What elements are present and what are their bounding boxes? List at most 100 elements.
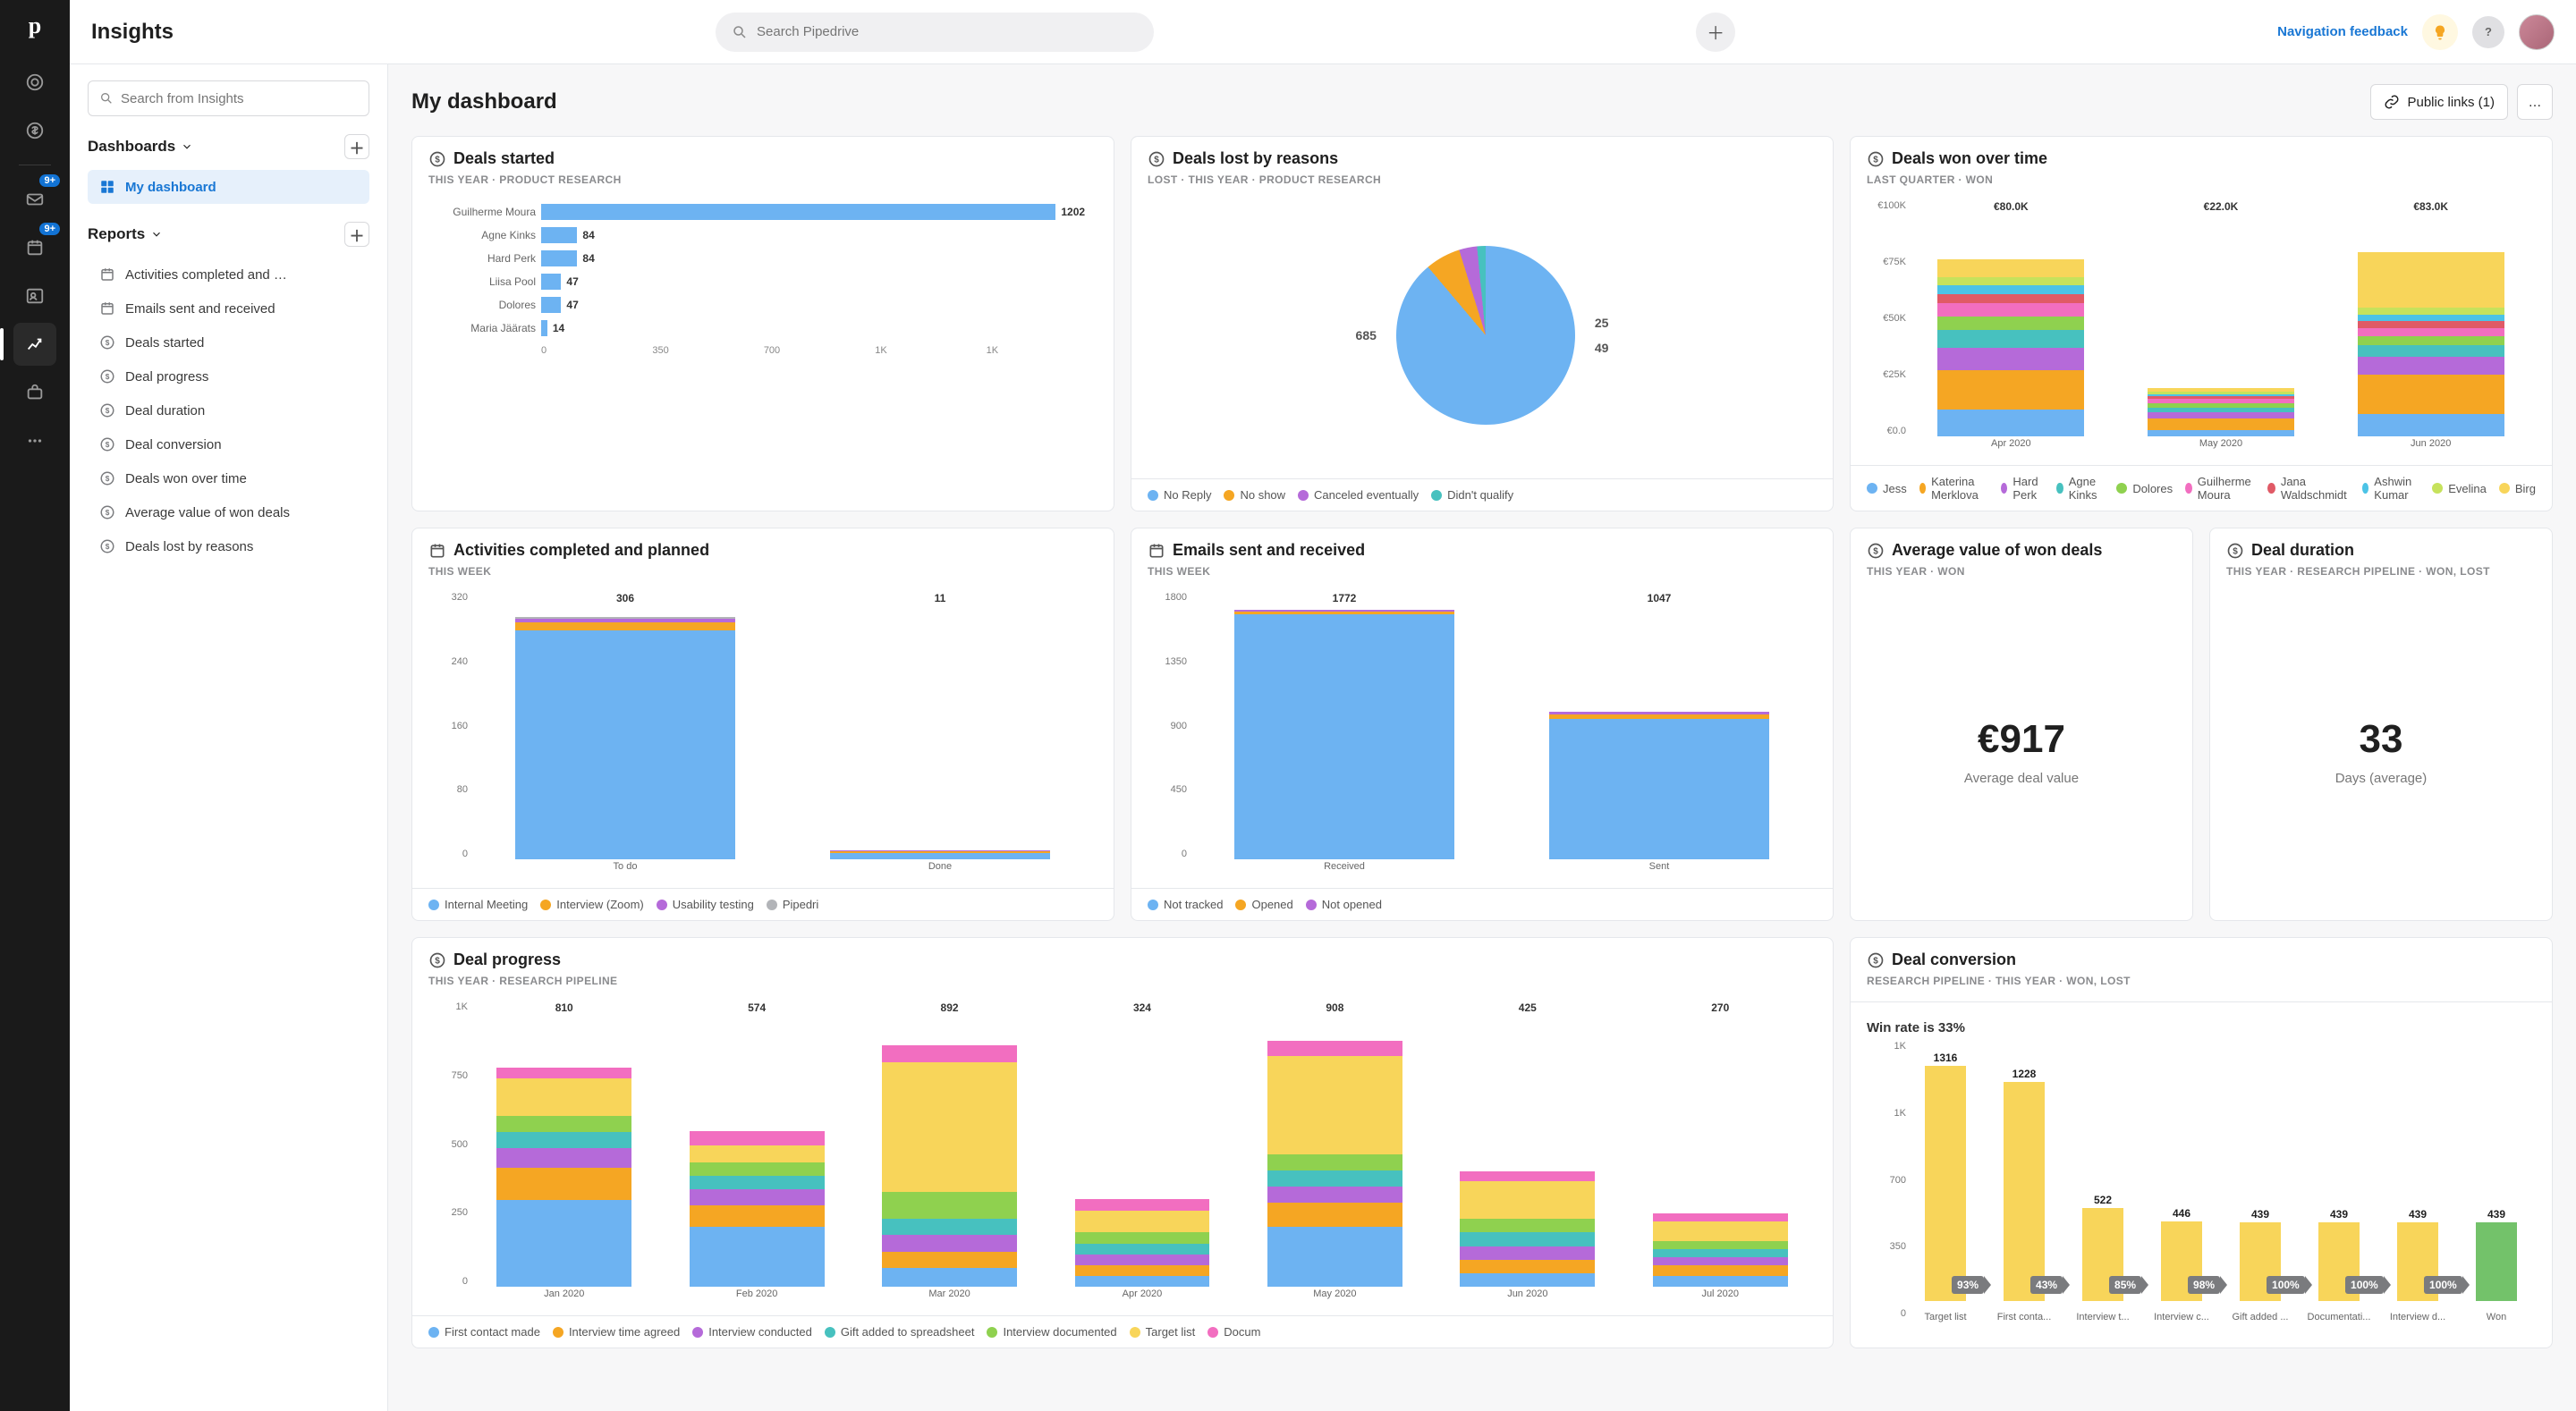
reports-heading[interactable]: Reports ＋ [88,222,369,247]
sidebar-report-item[interactable]: $Deals lost by reasons [88,529,369,563]
card-conversion[interactable]: $Deal conversionRESEARCH PIPELINE · THIS… [1850,937,2553,1348]
legend-item: Interview conducted [692,1325,812,1339]
hbar-row: Liisa Pool47 [428,270,1097,293]
link-icon [2384,94,2400,110]
chevron-down-icon [150,228,163,241]
sidebar-report-item[interactable]: Emails sent and received [88,291,369,325]
deals-won-legend: JessKaterina MerklovaHard PerkAgne Kinks… [1851,465,2552,511]
money-icon: $ [1867,542,1885,560]
rail-products-icon[interactable] [13,371,56,414]
tips-button[interactable] [2422,14,2458,50]
activities-chart: 32024016080030611To doDone [428,592,1097,879]
money-icon: $ [98,503,116,521]
user-avatar[interactable] [2519,14,2555,50]
rail-deals-icon[interactable] [13,109,56,152]
svg-text:$: $ [435,956,440,966]
svg-text:$: $ [106,509,110,517]
rail-mail-icon[interactable]: 9+ [13,178,56,221]
deals-lost-chart: 685 25 49 [1148,200,1817,469]
card-duration[interactable]: $Deal durationTHIS YEAR · RESEARCH PIPEL… [2209,528,2553,921]
deals-lost-legend: No ReplyNo showCanceled eventuallyDidn't… [1131,478,1833,511]
hbar-row: Agne Kinks84 [428,224,1097,247]
sidebar-report-item[interactable]: Activities completed and … [88,258,369,291]
svg-text:$: $ [435,155,440,165]
global-search-input[interactable] [757,24,1138,39]
legend-item: Usability testing [657,898,754,911]
money-icon: $ [428,150,446,168]
calendar-icon [428,542,446,560]
legend-item: No show [1224,488,1285,502]
emails-legend: Not trackedOpenedNot opened [1131,888,1833,920]
dashboard-title: My dashboard [411,89,557,114]
nav-feedback-link[interactable]: Navigation feedback [2277,24,2408,39]
app-logo[interactable]: p [29,13,41,39]
avg-value-number: €917 [1978,717,2065,762]
left-rail: p 9+ 9+ [0,0,70,1411]
money-icon: $ [98,401,116,419]
card-progress[interactable]: $Deal progressTHIS YEAR · RESEARCH PIPEL… [411,937,1834,1348]
mail-badge: 9+ [39,174,60,187]
duration-number: 33 [2360,717,2403,762]
rail-activities-icon[interactable]: 9+ [13,226,56,269]
money-icon: $ [98,469,116,487]
card-avg-value[interactable]: $Average value of won dealsTHIS YEAR · W… [1850,528,2193,921]
legend-item: Guilherme Moura [2185,475,2255,502]
svg-text:$: $ [1873,956,1878,966]
svg-text:$: $ [106,543,110,551]
dashboard-menu-button[interactable]: … [2517,84,2553,120]
money-icon: $ [428,951,446,969]
sidebar-report-item[interactable]: $Deal progress [88,359,369,393]
insights-search[interactable] [88,80,369,116]
help-button[interactable]: ? [2472,16,2504,48]
dashboard-content: My dashboard Public links (1) … $Deals s… [388,64,2576,1411]
legend-item: Agne Kinks [2056,475,2104,502]
legend-item: Katerina Merklova [1919,475,1988,502]
rail-more-icon[interactable] [13,419,56,462]
global-search[interactable] [716,13,1154,52]
rail-contacts-icon[interactable] [13,275,56,317]
svg-text:$: $ [1873,155,1878,165]
add-dashboard-button[interactable]: ＋ [344,134,369,159]
legend-item: Opened [1235,898,1292,911]
money-icon: $ [98,537,116,555]
card-activities[interactable]: Activities completed and plannedTHIS WEE… [411,528,1114,921]
add-report-button[interactable]: ＋ [344,222,369,247]
rail-leads-icon[interactable] [13,61,56,104]
search-icon [99,91,114,106]
hbar-row: Hard Perk84 [428,247,1097,270]
legend-item: Internal Meeting [428,898,528,911]
sidebar-report-item[interactable]: $Deals started [88,325,369,359]
legend-item: Canceled eventually [1298,488,1419,502]
legend-item: Birg [2499,475,2536,502]
sidebar-dashboard-item[interactable]: My dashboard [88,170,369,204]
hbar-row: Maria Jäärats14 [428,317,1097,340]
sidebar-report-item[interactable]: $Deals won over time [88,461,369,495]
public-links-button[interactable]: Public links (1) [2370,84,2508,120]
sidebar-report-item[interactable]: $Deal duration [88,393,369,427]
money-icon: $ [2226,542,2244,560]
legend-item: Gift added to spreadsheet [825,1325,975,1339]
card-deals-started[interactable]: $Deals startedTHIS YEAR · PRODUCT RESEAR… [411,136,1114,511]
quick-add-button[interactable]: ＋ [1696,13,1735,52]
sidebar-report-item[interactable]: $Average value of won deals [88,495,369,529]
progress-chart: 1K7505002500810574892324908425270Jan 202… [428,1001,1817,1306]
svg-text:$: $ [106,339,110,347]
card-deals-lost[interactable]: $Deals lost by reasonsLOST · THIS YEAR ·… [1131,136,1834,511]
hbar-row: Dolores47 [428,293,1097,317]
legend-item: Pipedri [767,898,818,911]
card-deals-won[interactable]: $Deals won over timeLAST QUARTER · WON €… [1850,136,2553,511]
legend-item: Interview documented [987,1325,1116,1339]
top-bar: Insights ＋ Navigation feedback ? [70,0,2576,64]
card-emails[interactable]: Emails sent and receivedTHIS WEEK 180013… [1131,528,1834,921]
sidebar: Dashboards ＋ My dashboard Reports ＋ Acti… [70,64,388,1411]
dashboards-heading[interactable]: Dashboards ＋ [88,134,369,159]
sidebar-report-item[interactable]: $Deal conversion [88,427,369,461]
insights-search-input[interactable] [121,91,358,106]
legend-item: Evelina [2432,475,2487,502]
calendar-icon [98,266,116,283]
progress-legend: First contact madeInterview time agreedI… [412,1315,1833,1348]
page-section-title: Insights [91,20,174,45]
deals-won-chart: €100K€75K€50K€25K€0.0€80.0K€22.0K€83.0KA… [1867,200,2536,456]
hbar-row: Guilherme Moura1202 [428,200,1097,224]
rail-insights-icon[interactable] [13,323,56,366]
